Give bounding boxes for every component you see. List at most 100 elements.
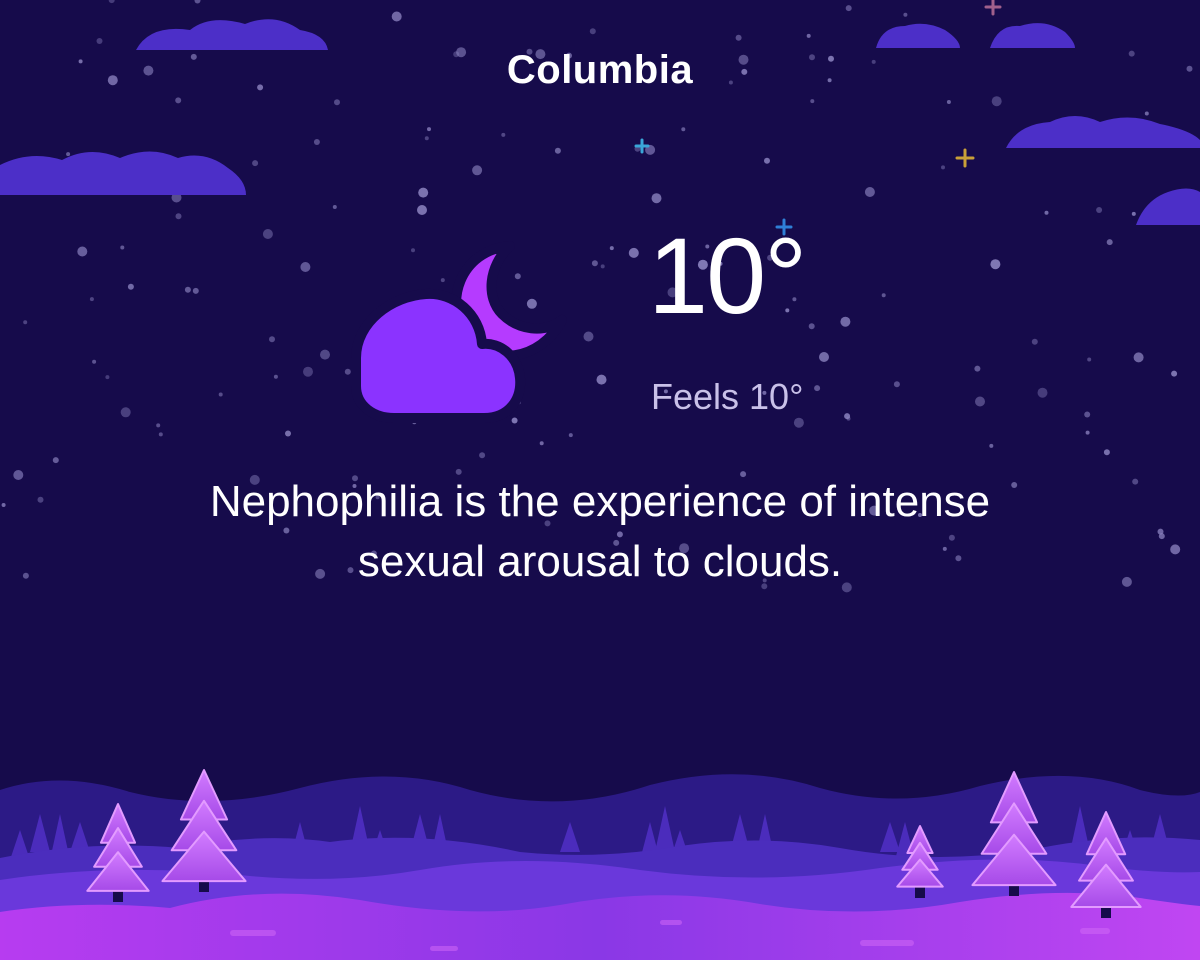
- star: [844, 413, 851, 420]
- star: [479, 452, 486, 459]
- star: [681, 127, 686, 132]
- star: [903, 12, 908, 17]
- star: [881, 293, 886, 298]
- star: [600, 264, 605, 269]
- star: [23, 320, 28, 325]
- star: [1031, 338, 1038, 345]
- star: [554, 147, 561, 154]
- city-name: Columbia: [506, 48, 694, 92]
- star: [539, 441, 544, 446]
- star: [1171, 370, 1178, 377]
- partly-cloudy-night-icon: [351, 241, 567, 423]
- star: [285, 430, 291, 437]
- star: [89, 297, 94, 302]
- weather-screen: Columbia 10° Feels 10° Nephophilia is th…: [0, 0, 1200, 960]
- feels-like-temperature: Feels 10°: [651, 376, 804, 417]
- star: [819, 352, 829, 362]
- star: [77, 246, 88, 257]
- star: [417, 205, 427, 215]
- star: [320, 349, 330, 360]
- current-temperature: 10°: [648, 215, 807, 336]
- star: [158, 432, 163, 437]
- star: [583, 331, 594, 342]
- star: [1144, 111, 1149, 116]
- star: [845, 5, 852, 12]
- star: [332, 205, 337, 209]
- star: [840, 316, 851, 327]
- star: [52, 457, 59, 464]
- star: [1132, 478, 1139, 485]
- star: [1096, 207, 1103, 213]
- star: [990, 259, 1001, 270]
- star: [13, 470, 24, 480]
- star: [1170, 544, 1181, 555]
- star: [946, 100, 951, 104]
- star: [303, 366, 313, 377]
- star: [793, 417, 804, 428]
- star: [120, 245, 125, 250]
- star: [974, 365, 981, 372]
- star: [596, 374, 607, 385]
- star: [156, 423, 161, 428]
- star: [273, 374, 278, 379]
- star: [589, 28, 596, 35]
- star: [105, 375, 110, 380]
- star: [391, 11, 402, 22]
- star: [427, 127, 431, 132]
- star: [22, 572, 29, 579]
- star: [96, 38, 103, 44]
- star: [1084, 411, 1091, 418]
- star: [1037, 387, 1048, 398]
- star: [424, 136, 429, 141]
- star: [1085, 430, 1090, 435]
- star: [127, 283, 134, 290]
- star: [501, 132, 506, 137]
- star: [194, 0, 201, 4]
- star: [735, 34, 742, 41]
- star: [808, 323, 815, 330]
- star: [991, 96, 1002, 107]
- weather-fact-text: Nephophilia is the experience of intense…: [209, 477, 991, 586]
- star: [568, 433, 573, 438]
- star: [108, 0, 115, 4]
- star: [269, 336, 275, 343]
- star: [472, 165, 483, 176]
- star: [175, 97, 182, 104]
- star: [120, 407, 131, 418]
- star: [1106, 239, 1113, 246]
- star: [184, 286, 191, 293]
- star: [92, 359, 97, 364]
- star: [313, 139, 320, 145]
- star: [1044, 210, 1049, 215]
- star: [1158, 533, 1165, 540]
- star: [1087, 357, 1092, 362]
- star: [262, 229, 273, 239]
- star: [334, 99, 340, 106]
- star: [300, 262, 311, 272]
- star: [893, 381, 900, 388]
- star: [941, 165, 945, 170]
- star: [1131, 211, 1136, 216]
- star: [1133, 352, 1144, 363]
- star: [66, 152, 71, 157]
- star: [175, 213, 182, 220]
- star: [628, 247, 639, 258]
- star: [252, 160, 259, 167]
- star: [814, 385, 821, 392]
- star: [192, 287, 199, 294]
- star: [418, 187, 429, 198]
- star: [37, 496, 44, 503]
- star: [1, 503, 6, 507]
- star: [651, 193, 662, 204]
- star: [591, 260, 598, 267]
- star: [975, 396, 985, 407]
- star: [218, 392, 223, 397]
- star: [810, 99, 815, 104]
- star: [1103, 449, 1110, 456]
- star: [806, 33, 811, 38]
- star: [864, 187, 875, 197]
- star: [609, 246, 614, 251]
- star: [1121, 576, 1132, 587]
- star: [989, 443, 994, 448]
- star: [764, 157, 770, 164]
